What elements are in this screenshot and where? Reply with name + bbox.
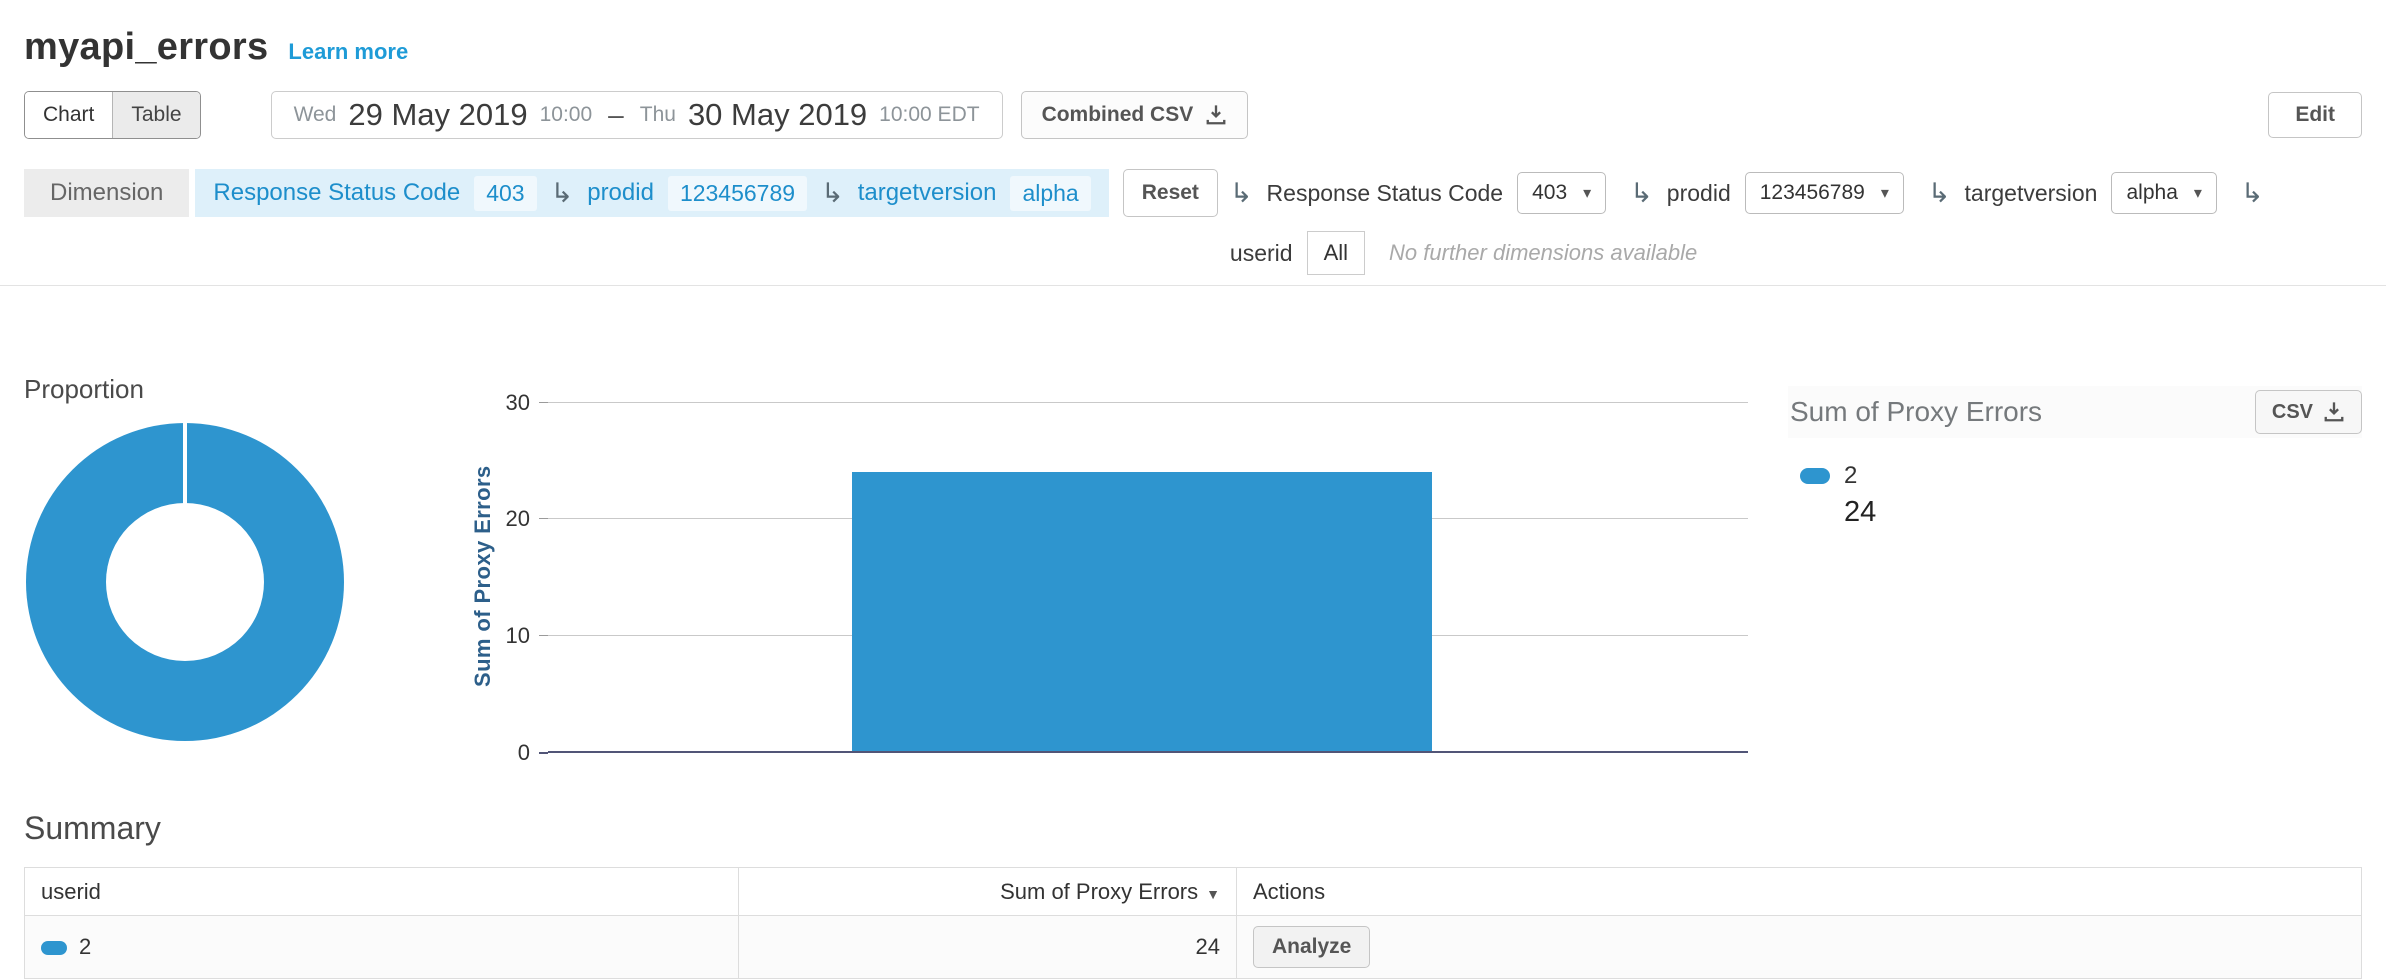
chart-section: Proportion Sum of Proxy Errors 30 20 10 … [0,374,2386,766]
drilldown-select-targetversion[interactable]: alpha ▾ [2111,172,2216,214]
breadcrumb-value-prodid[interactable]: 123456789 [668,176,807,211]
legend-title: Sum of Proxy Errors [1790,396,2042,428]
dimension-breadcrumbs: Response Status Code 403 ↳ prodid 123456… [195,169,1108,217]
drilldown-name: prodid [1667,180,1731,207]
dimension-bar: Dimension Response Status Code 403 ↳ pro… [0,169,2386,277]
sort-desc-icon: ▼ [1206,886,1220,902]
cell-actions: Analyze [1237,916,2362,979]
summary-title: Summary [0,810,2386,847]
cell-userid: 2 [25,916,739,979]
drilldown-arrow-icon: ↳ [551,180,574,207]
breadcrumb-name-prodid[interactable]: prodid [587,179,654,207]
breadcrumb-name-response-status-code[interactable]: Response Status Code [213,179,460,207]
dimension-label: Dimension [24,169,189,217]
dimension-drilldowns: ↳ Response Status Code 403 ▾ ↳ prodid 12… [1230,169,2264,277]
combined-csv-button[interactable]: Combined CSV [1021,91,1249,139]
donut-ring [26,423,344,741]
table-row: 2 24 Analyze [25,916,2362,979]
download-icon [1205,104,1227,126]
y-axis-label: Sum of Proxy Errors [470,402,496,751]
breadcrumb-value-403[interactable]: 403 [474,176,536,211]
gridline-0: 0 [548,751,1748,753]
combined-csv-label: Combined CSV [1042,103,1194,127]
userid-value: 2 [79,934,91,959]
reset-button[interactable]: Reset [1123,169,1218,217]
column-header-sum-label: Sum of Proxy Errors [1000,879,1198,904]
y-tick-20: 20 [506,506,530,532]
summary-table: userid Sum of Proxy Errors ▼ Actions 2 24… [24,867,2362,979]
column-header-sum[interactable]: Sum of Proxy Errors ▼ [739,868,1237,916]
userid-all-button[interactable]: All [1307,231,1365,275]
proportion-title: Proportion [24,374,426,405]
chart-legend-panel: Sum of Proxy Errors CSV 2 24 [1788,386,2362,529]
drilldown-name-userid: userid [1230,240,1293,267]
end-date: 30 May 2019 [688,97,867,133]
tab-chart[interactable]: Chart [25,92,112,138]
summary-table-header-row: userid Sum of Proxy Errors ▼ Actions [25,868,2362,916]
chevron-down-icon: ▾ [1881,183,1889,203]
date-range-picker[interactable]: Wed 29 May 2019 10:00 – Thu 30 May 2019 … [271,91,1003,139]
series-swatch-icon [41,941,67,955]
drilldown-name: targetversion [1965,180,2098,207]
drilldown-arrow-icon: ↳ [821,180,844,207]
drilldown-targetversion: targetversion alpha ▾ [1965,172,2217,214]
drilldown-arrow-icon: ↳ [1230,180,1253,207]
column-header-actions: Actions [1237,868,2362,916]
drilldown-arrow-icon: ↳ [1630,180,1653,207]
start-time: 10:00 [540,103,593,127]
drilldown-row-1: ↳ Response Status Code 403 ▾ ↳ prodid 12… [1230,169,2264,217]
breadcrumb-value-targetversion[interactable]: alpha [1010,176,1090,211]
cell-sum: 24 [739,916,1237,979]
page-title: myapi_errors [24,26,268,69]
donut-hole [106,503,264,661]
y-tick-30: 30 [506,390,530,416]
end-day: Thu [640,103,676,127]
chevron-down-icon: ▾ [1583,183,1591,203]
chevron-down-icon: ▾ [2194,183,2202,203]
date-range-separator: – [608,99,624,131]
column-header-userid: userid [25,868,739,916]
download-icon [2323,401,2345,423]
legend-item[interactable]: 2 [1788,462,2362,490]
selected-value: 123456789 [1760,181,1865,205]
breadcrumb-name-targetversion[interactable]: targetversion [858,179,997,207]
drilldown-select-response-status-code[interactable]: 403 ▾ [1517,172,1606,214]
page-header: myapi_errors Learn more [0,0,2386,69]
legend-header: Sum of Proxy Errors CSV [1788,386,2362,438]
start-day: Wed [294,103,337,127]
drilldown-name: Response Status Code [1267,180,1504,207]
y-tick-10: 10 [506,623,530,649]
toolbar: Chart Table Wed 29 May 2019 10:00 – Thu … [0,91,2386,139]
drilldown-prodid: prodid 123456789 ▾ [1667,172,1904,214]
proportion-panel: Proportion [24,374,426,766]
tab-table[interactable]: Table [112,92,199,138]
y-tick-0: 0 [518,740,530,766]
section-divider [0,285,2386,286]
gridline-30: 30 [548,402,1748,403]
drilldown-select-prodid[interactable]: 123456789 ▾ [1745,172,1904,214]
donut-chart[interactable] [24,423,426,766]
bar-chart-plot: 30 20 10 0 [548,402,1748,751]
bar-rect[interactable] [852,472,1432,751]
edit-button[interactable]: Edit [2268,92,2362,138]
legend-item-label: 2 [1844,462,1857,490]
drilldown-response-status-code: Response Status Code 403 ▾ [1267,172,1607,214]
end-time: 10:00 EDT [879,103,979,127]
start-date: 29 May 2019 [348,97,527,133]
selected-value: 403 [1532,181,1567,205]
csv-label: CSV [2272,401,2313,424]
drilldown-row-2: userid All No further dimensions availab… [1230,229,2264,277]
drilldown-arrow-icon: ↳ [2241,180,2264,207]
learn-more-link[interactable]: Learn more [288,39,408,65]
drilldown-arrow-icon: ↳ [1928,180,1951,207]
legend-item-value: 24 [1788,496,2362,529]
legend-swatch-icon [1800,468,1830,484]
donut-slice-gap [183,423,187,504]
chart-table-toggle: Chart Table [24,91,201,139]
selected-value: alpha [2126,181,2177,205]
bar-chart: Sum of Proxy Errors 30 20 10 0 [426,374,1788,751]
csv-download-button[interactable]: CSV [2255,390,2362,434]
analyze-button[interactable]: Analyze [1253,926,1370,968]
no-further-dimensions-note: No further dimensions available [1389,240,1697,266]
